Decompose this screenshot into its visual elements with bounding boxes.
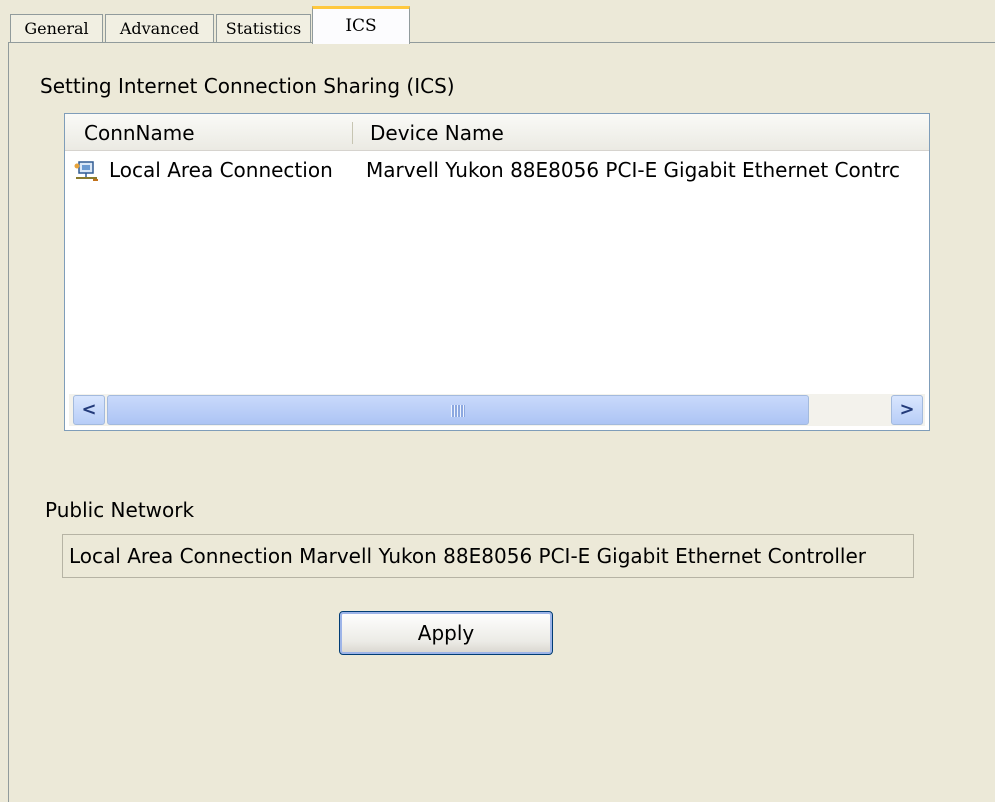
chevron-left-icon: < (81, 399, 97, 420)
public-network-label: Public Network (45, 498, 195, 522)
conn-name-cell: Local Area Connection (109, 158, 333, 182)
tab-general[interactable]: General (10, 14, 103, 42)
tab-strip: General Advanced Statistics ICS (0, 0, 995, 44)
tab-ics[interactable]: ICS (312, 6, 410, 44)
scroll-right-button[interactable]: > (891, 395, 923, 425)
list-item[interactable]: Local Area Connection Marvell Yukon 88E8… (65, 154, 929, 186)
scrollbar-thumb[interactable] (107, 395, 809, 425)
device-name-cell: Marvell Yukon 88E8056 PCI-E Gigabit Ethe… (366, 158, 901, 182)
column-header-device-name[interactable]: Device Name (370, 114, 504, 150)
network-connection-icon (73, 159, 101, 183)
chevron-right-icon: > (899, 399, 915, 420)
grip-icon (451, 405, 465, 417)
horizontal-scrollbar[interactable]: < > (69, 394, 925, 426)
scroll-left-button[interactable]: < (73, 395, 105, 425)
tab-advanced[interactable]: Advanced (105, 14, 214, 42)
apply-button[interactable]: Apply (339, 611, 553, 655)
column-header-connname[interactable]: ConnName (84, 114, 195, 150)
list-header: ConnName Device Name (65, 114, 929, 151)
connection-list[interactable]: ConnName Device Name Local Area Connecti… (64, 113, 930, 431)
section-title: Setting Internet Connection Sharing (ICS… (40, 74, 455, 98)
public-network-field: Local Area Connection Marvell Yukon 88E8… (62, 534, 914, 578)
column-divider[interactable] (352, 122, 353, 144)
tab-statistics[interactable]: Statistics (216, 14, 311, 42)
